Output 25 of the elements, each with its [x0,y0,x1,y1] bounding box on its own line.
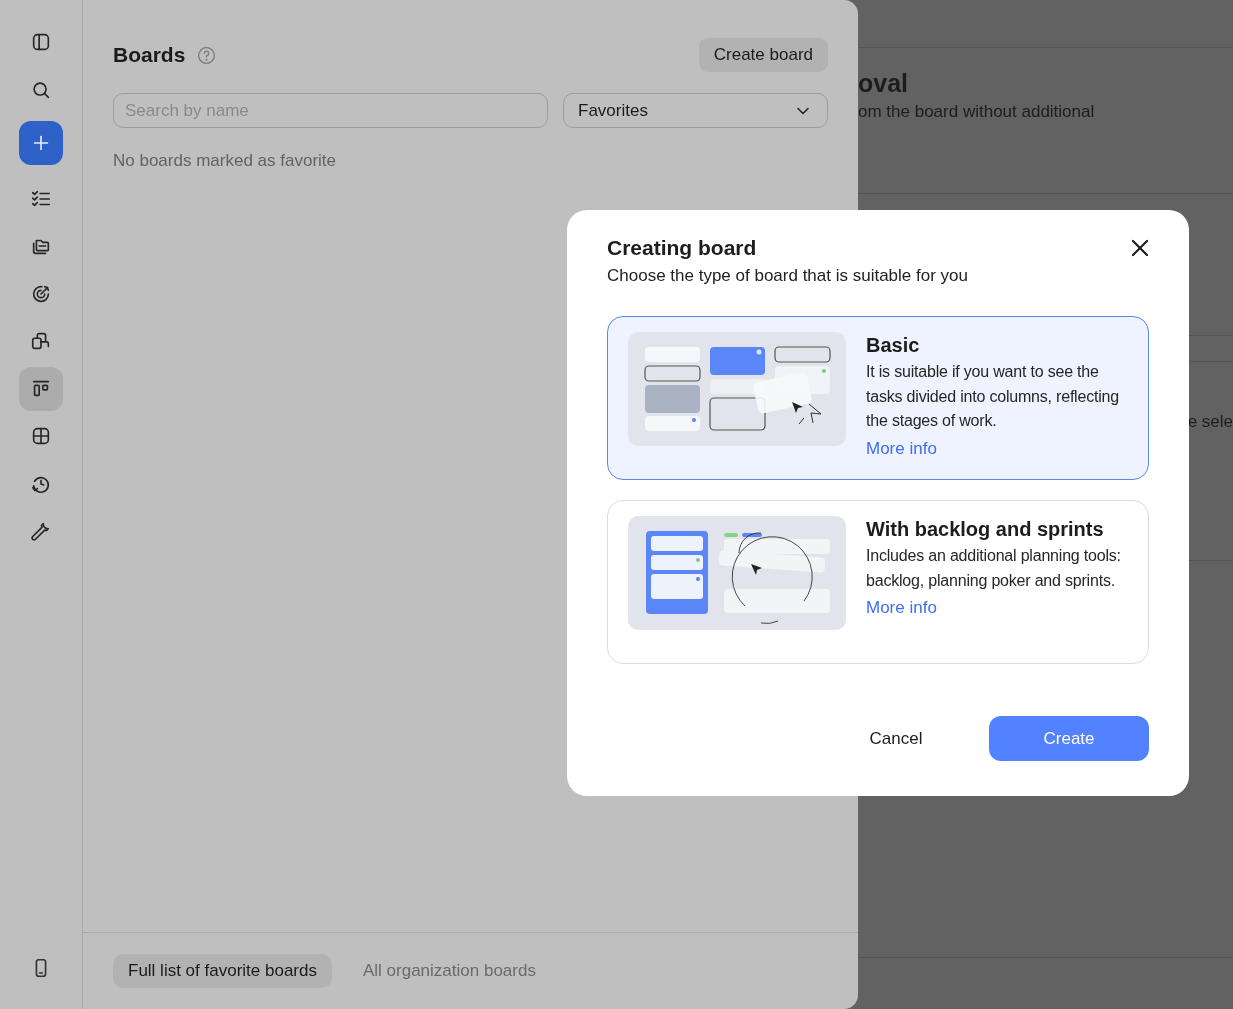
card-description: Includes an additional planning tools: backlog, planning poker and sprints. [866,546,1122,591]
sidebar-button[interactable] [19,366,63,411]
card-title: Basic [866,333,920,358]
create-button[interactable]: Create [989,716,1149,761]
dialog-subtitle: Choose the type of board that is suitable for you [607,266,969,286]
footer-tab[interactable]: Full list of favorite boards [113,954,332,988]
help-icon [196,44,218,66]
cancel-button[interactable]: Cancel [816,716,976,761]
more-info-link[interactable]: More info [866,438,937,459]
grid-icon [30,425,52,447]
board-type-card[interactable]: With backlog and sprints Includes an additional planning tools: backlog, planning poker and sprints. More info [607,500,1149,664]
page-text: om the board without additional [858,102,1096,122]
board-type-card[interactable]: Basic It is suitable if you want to see the tasks divided into columns, reflecting the stages of work. More info [607,316,1149,480]
card-title: With backlog and sprints [866,517,1104,542]
panel-toggle-icon [30,31,52,53]
dialog-title: Creating board [607,236,757,260]
more-info-link[interactable]: More info [866,598,937,618]
empty-message: No boards marked as favorite [113,151,337,171]
page-heading: oval [858,68,910,98]
wrench-icon [30,520,52,542]
panel-title: Boards [113,43,186,67]
create-board-button[interactable]: Create board [698,38,828,72]
page-text: e sele [1187,412,1233,432]
card-description: It is suitable if you want to see the tasks divided into columns, reflecting the stages of work. [866,362,1120,431]
filter-dropdown[interactable]: Favorites [563,93,828,128]
